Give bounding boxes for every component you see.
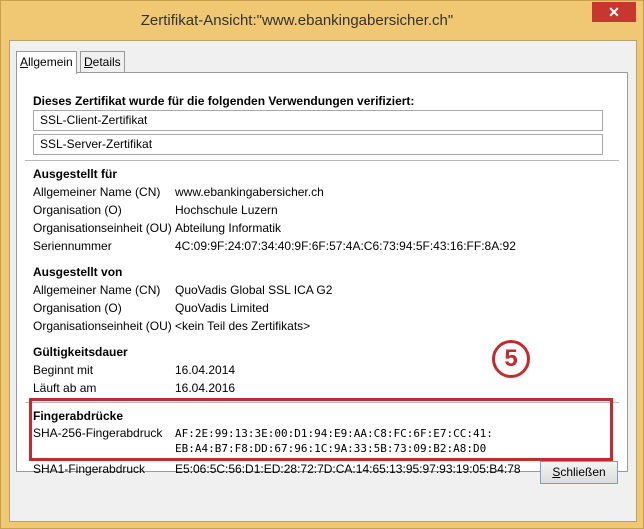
usage-item: SSL-Server-Zertifikat bbox=[33, 134, 603, 155]
issued-by-o-label: Organisation (O) bbox=[33, 301, 122, 315]
issued-to-cn-value: www.ebankingabersicher.ch bbox=[175, 185, 324, 199]
title-bar[interactable]: Zertifikat-Ansicht:"www.ebankingabersich… bbox=[1, 1, 643, 39]
issued-by-cn-value: QuoVadis Global SSL ICA G2 bbox=[175, 283, 333, 297]
tab-details-accel: D bbox=[84, 55, 93, 69]
valid-to-label: Läuft ab am bbox=[33, 381, 97, 395]
serial-number-value: 4C:09:9F:24:07:34:40:9F:6F:57:4A:C6:73:9… bbox=[175, 239, 516, 253]
issued-to-ou-value: Abteilung Informatik bbox=[175, 221, 282, 235]
issued-to-heading: Ausgestellt für bbox=[33, 167, 118, 181]
tab-details-label: etails bbox=[92, 55, 121, 69]
issued-to-o-label: Organisation (O) bbox=[33, 203, 122, 217]
usage-heading: Dieses Zertifikat wurde für die folgende… bbox=[33, 94, 415, 108]
fingerprints-highlight-box bbox=[29, 398, 613, 461]
divider bbox=[25, 160, 619, 161]
annotation-number-badge: 5 bbox=[492, 340, 530, 378]
close-button-label: chließen bbox=[560, 465, 606, 479]
sha1-label: SHA1-Fingerabdruck bbox=[33, 462, 146, 476]
tab-allgemein-label: llgemein bbox=[28, 55, 73, 69]
usage-item: SSL-Client-Zertifikat bbox=[33, 110, 603, 131]
issued-by-o-value: QuoVadis Limited bbox=[175, 301, 269, 315]
valid-to-value: 16.04.2016 bbox=[175, 381, 236, 395]
tab-details[interactable]: Details bbox=[80, 51, 125, 72]
valid-from-value: 16.04.2014 bbox=[175, 363, 236, 377]
issued-to-o-value: Hochschule Luzern bbox=[175, 203, 278, 217]
certificate-viewer-window: Zertifikat-Ansicht:"www.ebankingabersich… bbox=[0, 0, 644, 529]
close-button[interactable]: Schließen bbox=[540, 461, 618, 484]
validity-heading: Gültigkeitsdauer bbox=[33, 345, 128, 359]
close-icon[interactable]: ✕ bbox=[592, 2, 636, 22]
window-title: Zertifikat-Ansicht:"www.ebankingabersich… bbox=[140, 12, 454, 29]
tab-allgemein[interactable]: Allgemein bbox=[16, 51, 77, 74]
issued-by-ou-value: <kein Teil des Zertifikats> bbox=[175, 319, 311, 333]
issued-to-ou-label: Organisationseinheit (OU) bbox=[33, 221, 172, 235]
tab-allgemein-accel: A bbox=[20, 55, 29, 69]
issued-to-cn-label: Allgemeiner Name (CN) bbox=[33, 185, 161, 199]
valid-from-label: Beginnt mit bbox=[33, 363, 94, 377]
issued-by-heading: Ausgestellt von bbox=[33, 265, 123, 279]
issued-by-cn-label: Allgemeiner Name (CN) bbox=[33, 283, 161, 297]
serial-number-label: Seriennummer bbox=[33, 239, 112, 253]
sha1-value: E5:06:5C:56:D1:ED:28:72:7D:CA:14:65:13:9… bbox=[175, 462, 521, 476]
issued-by-ou-label: Organisationseinheit (OU) bbox=[33, 319, 172, 333]
